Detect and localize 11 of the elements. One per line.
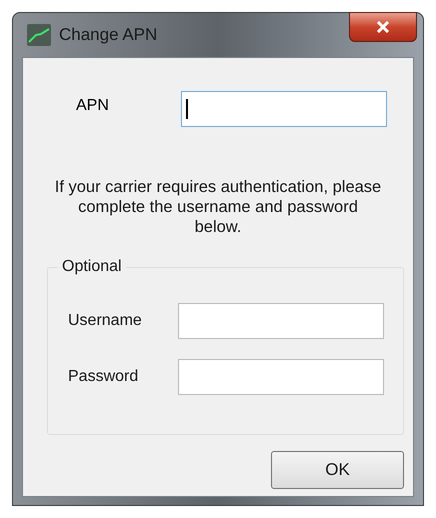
- instruction-text: If your carrier requires authentication, please complete the username and password below.: [54, 177, 382, 237]
- input-field[interactable]: [178, 303, 384, 339]
- close-icon: [376, 21, 390, 33]
- apn-label: APN: [76, 96, 110, 116]
- close-button[interactable]: [349, 12, 417, 42]
- ok-button[interactable]: OK: [271, 451, 404, 489]
- input-field[interactable]: [178, 359, 384, 395]
- field-label: Password: [68, 367, 140, 387]
- apn-field[interactable]: [181, 91, 387, 127]
- window-title: Change APN: [59, 24, 158, 46]
- field-label: Username: [68, 311, 143, 331]
